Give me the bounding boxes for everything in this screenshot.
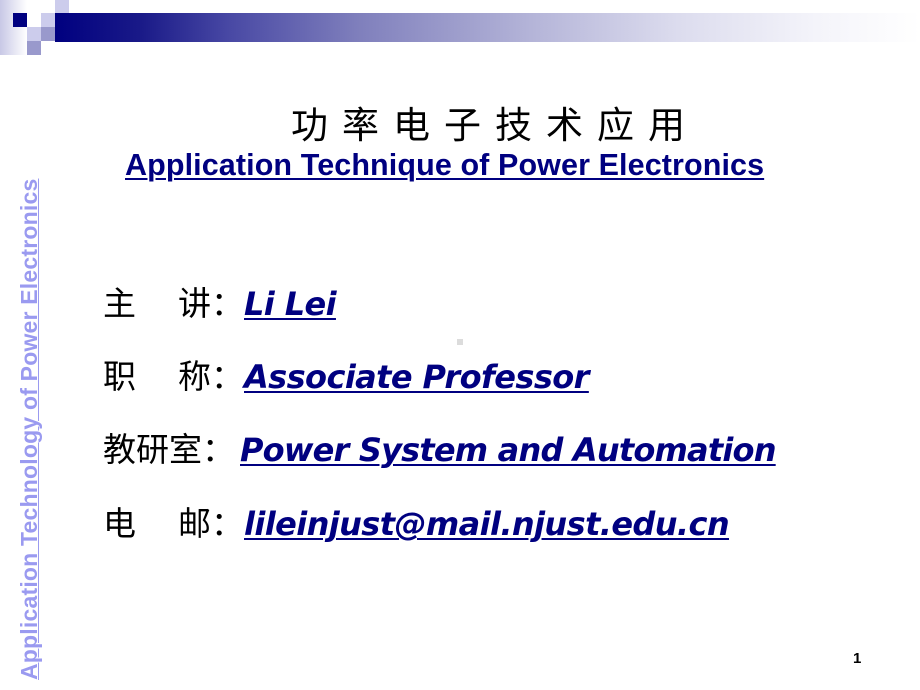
info-label: 教研室： (103, 430, 235, 469)
decorative-square (13, 13, 27, 27)
info-label: 电邮： (103, 504, 244, 543)
info-row-title: 职称：Associate Professor (103, 350, 589, 400)
decorative-square (27, 27, 41, 41)
info-row-email: 电邮：lileinjust@mail.njust.edu.cn (103, 497, 730, 547)
decorative-gradient-strip (0, 0, 27, 55)
info-label: 职称： (103, 357, 244, 396)
slide-title-english: Application Technique of Power Electroni… (125, 148, 765, 182)
email-link[interactable]: lileinjust@mail.njust.edu.cn (244, 505, 730, 543)
stray-dot (457, 339, 463, 345)
decorative-square (27, 41, 41, 55)
side-course-title: Application Technology of Power Electron… (16, 178, 42, 680)
slide-title-chinese: 功率电子技术应用 (291, 104, 699, 147)
header-gradient-bar (55, 13, 920, 42)
decorative-square (41, 27, 55, 41)
decorative-square (55, 0, 69, 14)
info-label: 主讲： (103, 284, 244, 323)
page-number: 1 (853, 650, 862, 667)
academic-title-link[interactable]: Associate Professor (244, 358, 589, 396)
lecturer-name-link[interactable]: Li Lei (244, 285, 337, 323)
info-row-lecturer: 主讲：Li Lei (103, 277, 337, 327)
info-row-department: 教研室： Power System and Automation (103, 423, 776, 473)
decorative-square (41, 13, 55, 27)
department-link[interactable]: Power System and Automation (240, 431, 776, 469)
